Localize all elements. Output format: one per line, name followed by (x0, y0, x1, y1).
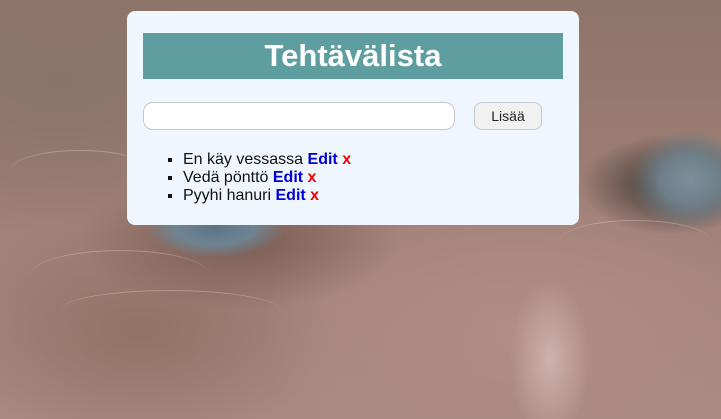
delete-button[interactable]: x (308, 169, 317, 186)
skin-texture (60, 290, 280, 331)
list-item: Vedä pönttö Edit x (183, 169, 351, 187)
list-item: En käy vessassa Edit x (183, 151, 351, 169)
edit-button[interactable]: Edit (273, 169, 303, 186)
edit-button[interactable]: Edit (276, 187, 306, 204)
delete-button[interactable]: x (310, 187, 319, 204)
edit-button[interactable]: Edit (308, 151, 338, 168)
add-task-button[interactable]: Lisää (474, 102, 542, 130)
task-text: Pyyhi hanuri (183, 187, 272, 204)
task-text: En käy vessassa (183, 151, 304, 168)
task-text: Vedä pönttö (183, 169, 269, 186)
todo-card: Tehtävälista Lisää En käy vessassa Edit … (127, 11, 579, 225)
page-title: Tehtävälista (143, 33, 563, 79)
skin-texture (560, 220, 710, 261)
list-item: Pyyhi hanuri Edit x (183, 187, 351, 205)
task-list: En käy vessassa Edit x Vedä pönttö Edit … (183, 151, 351, 205)
delete-button[interactable]: x (342, 151, 351, 168)
task-input[interactable] (143, 102, 455, 130)
